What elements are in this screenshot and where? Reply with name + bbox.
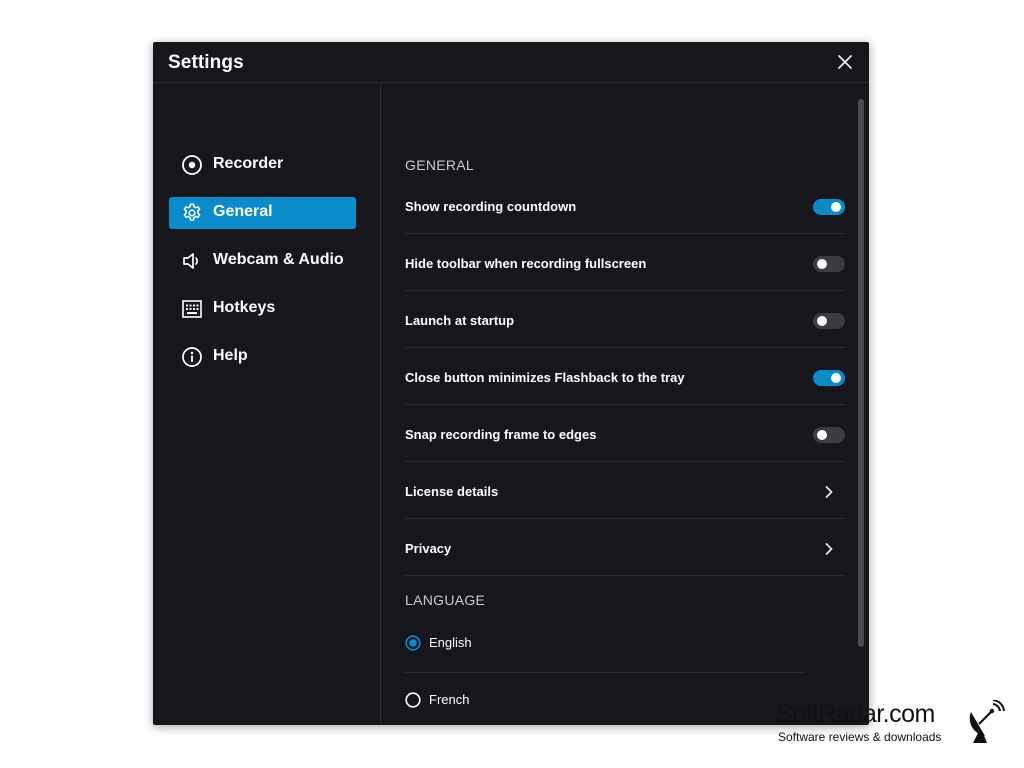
toggle-snap-frame[interactable] bbox=[813, 427, 845, 443]
setting-row-privacy[interactable]: Privacy bbox=[405, 518, 845, 576]
toggle-launch-startup[interactable] bbox=[813, 313, 845, 329]
sidebar-item-webcam-audio[interactable]: Webcam & Audio bbox=[169, 245, 356, 277]
gear-icon bbox=[183, 203, 201, 221]
record-icon bbox=[182, 155, 202, 175]
toggle-close-minimizes[interactable] bbox=[813, 370, 845, 386]
sidebar-item-help[interactable]: Help bbox=[169, 341, 356, 373]
setting-row-hide-toolbar: Hide toolbar when recording fullscreen bbox=[405, 233, 845, 291]
setting-row-show-countdown: Show recording countdown bbox=[405, 176, 845, 234]
watermark-subtitle: Software reviews & downloads bbox=[778, 730, 942, 744]
toggle-knob bbox=[831, 373, 841, 383]
info-icon bbox=[182, 347, 202, 367]
sidebar-item-label: Recorder bbox=[213, 155, 284, 172]
sidebar-item-recorder[interactable]: Recorder bbox=[169, 149, 356, 181]
setting-label: License details bbox=[405, 484, 499, 499]
window-title: Settings bbox=[168, 52, 244, 73]
settings-window: Settings Recorder General Webcam & Audio… bbox=[153, 42, 869, 725]
toggle-knob bbox=[817, 316, 827, 326]
toggle-hide-toolbar[interactable] bbox=[813, 256, 845, 272]
close-icon bbox=[838, 55, 852, 69]
setting-label: Privacy bbox=[405, 541, 452, 556]
settings-content: GENERAL Show recording countdown Hide to… bbox=[381, 83, 869, 725]
language-option-label: English bbox=[429, 635, 472, 650]
setting-label: Close button minimizes Flashback to the … bbox=[405, 370, 685, 385]
sidebar-item-general[interactable]: General bbox=[169, 197, 356, 229]
toggle-knob bbox=[817, 259, 827, 269]
setting-label: Show recording countdown bbox=[405, 199, 577, 214]
toggle-show-countdown[interactable] bbox=[813, 199, 845, 215]
sidebar: Recorder General Webcam & Audio Hotkeys … bbox=[153, 83, 381, 725]
radio-selected-icon bbox=[405, 635, 421, 651]
setting-row-license-details[interactable]: License details bbox=[405, 461, 845, 519]
watermark: SoftRadar.com Software reviews & downloa… bbox=[776, 700, 1008, 750]
setting-row-launch-startup: Launch at startup bbox=[405, 290, 845, 348]
sidebar-item-hotkeys[interactable]: Hotkeys bbox=[169, 293, 356, 325]
setting-row-snap-frame: Snap recording frame to edges bbox=[405, 404, 845, 462]
setting-label: Hide toolbar when recording fullscreen bbox=[405, 256, 647, 271]
chevron-right-icon bbox=[825, 543, 833, 555]
sidebar-item-label: Webcam & Audio bbox=[213, 251, 344, 268]
section-header-language: LANGUAGE bbox=[405, 592, 486, 608]
satellite-dish-icon bbox=[969, 700, 1005, 743]
language-option-english[interactable]: English bbox=[405, 615, 805, 673]
setting-row-close-minimizes: Close button minimizes Flashback to the … bbox=[405, 347, 845, 405]
close-button[interactable] bbox=[835, 52, 855, 72]
scrollbar[interactable] bbox=[858, 99, 864, 647]
setting-label: Snap recording frame to edges bbox=[405, 427, 597, 442]
sidebar-item-label: Help bbox=[213, 347, 248, 364]
title-bar: Settings bbox=[153, 42, 869, 83]
radio-unselected-icon bbox=[405, 692, 421, 708]
toggle-knob bbox=[831, 202, 841, 212]
setting-label: Launch at startup bbox=[405, 313, 515, 328]
keyboard-icon bbox=[182, 300, 202, 318]
speaker-icon bbox=[183, 253, 199, 269]
sidebar-item-label: General bbox=[213, 203, 273, 220]
section-header-general: GENERAL bbox=[405, 157, 475, 173]
watermark-title: SoftRadar.com bbox=[776, 700, 935, 728]
language-option-french[interactable]: French bbox=[405, 672, 805, 725]
language-option-label: French bbox=[429, 692, 470, 707]
chevron-right-icon bbox=[825, 486, 833, 498]
toggle-knob bbox=[817, 430, 827, 440]
sidebar-item-label: Hotkeys bbox=[213, 299, 276, 316]
